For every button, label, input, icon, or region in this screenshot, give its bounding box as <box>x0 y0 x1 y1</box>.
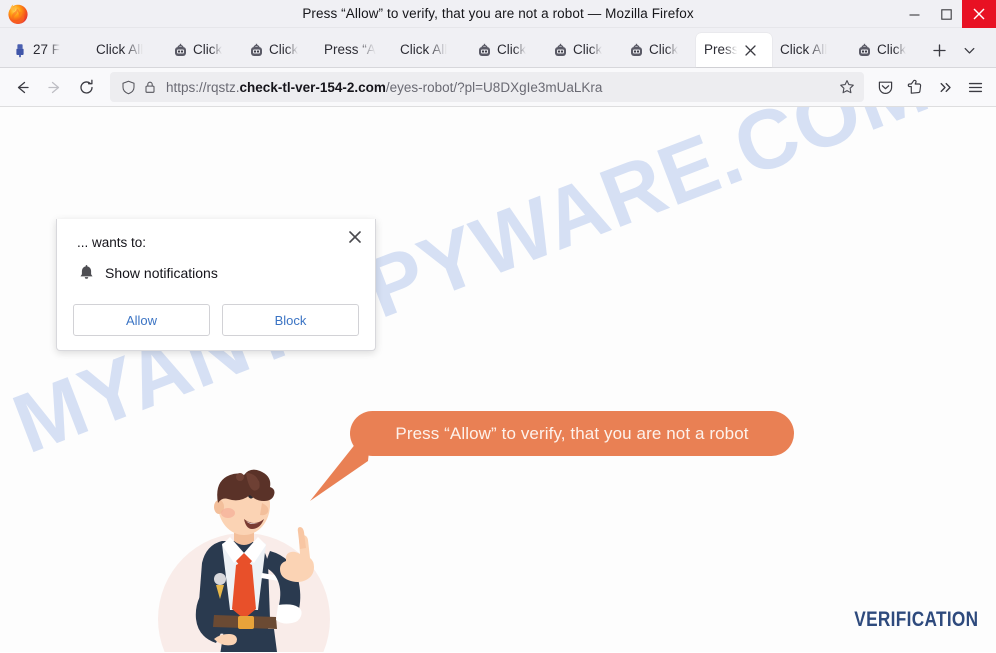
permission-request-row: Show notifications <box>77 264 359 282</box>
maximize-button[interactable] <box>930 0 962 28</box>
tab-label: 27 F <box>33 42 61 57</box>
back-arrow-icon[interactable] <box>6 72 38 102</box>
verification-label: VERIFICATION <box>853 608 978 631</box>
tab[interactable]: Click <box>620 33 696 67</box>
url-scheme: https:// <box>166 79 207 95</box>
tab-label: Click <box>193 42 223 57</box>
speech-bubble: Press “Allow” to verify, that you are no… <box>310 403 810 503</box>
robot-icon <box>628 42 644 58</box>
notification-permission-popup: ... wants to: Show notifications Allow B… <box>56 219 376 351</box>
tab[interactable]: Click <box>848 33 924 67</box>
tab-label: Click <box>877 42 907 57</box>
permission-buttons: Allow Block <box>73 304 359 336</box>
robot-icon <box>856 42 872 58</box>
robot-icon <box>552 42 568 58</box>
page-content: MYANTISPYWARE.COM Press “Allow” to verif… <box>0 107 996 652</box>
tab-label: Click <box>269 42 299 57</box>
usb-icon <box>12 42 28 58</box>
tab-label: Click <box>497 42 527 57</box>
tab[interactable]: Click <box>240 33 316 67</box>
robot-icon <box>476 42 492 58</box>
tab[interactable]: Click <box>468 33 544 67</box>
double-chevron-icon[interactable] <box>930 72 960 102</box>
permission-request-label: Show notifications <box>105 265 218 281</box>
close-window-button[interactable] <box>962 0 996 28</box>
hamburger-menu-icon[interactable] <box>960 72 990 102</box>
shield-icon[interactable] <box>118 77 138 97</box>
speech-bubble-text: Press “Allow” to verify, that you are no… <box>395 423 749 443</box>
close-icon[interactable] <box>345 227 365 247</box>
pocket-icon[interactable] <box>870 72 900 102</box>
permission-origin: ... wants to: <box>77 235 147 250</box>
url-subdomain: rqstz. <box>206 79 240 95</box>
new-tab-button[interactable] <box>924 34 954 66</box>
tab[interactable]: Click <box>544 33 620 67</box>
tab[interactable]: 27 F <box>4 33 88 67</box>
speech-bubble-body: Press “Allow” to verify, that you are no… <box>350 411 794 456</box>
url-text[interactable]: https://rqstz.check-tl-ver-154-2.com/eye… <box>166 80 836 95</box>
block-button[interactable]: Block <box>222 304 359 336</box>
forward-arrow-icon <box>38 72 70 102</box>
tab-label: Click <box>649 42 679 57</box>
businessman-illustration <box>152 469 348 652</box>
navigation-toolbar: https://rqstz.check-tl-ver-154-2.com/eye… <box>0 68 996 107</box>
reload-icon[interactable] <box>70 72 102 102</box>
padlock-icon[interactable] <box>140 77 160 97</box>
bell-icon <box>77 264 95 282</box>
tab-close-icon[interactable] <box>743 42 759 58</box>
tab-label: Click <box>573 42 603 57</box>
tab-strip: 27 F Click All Click Click Press “A Click All… <box>0 28 996 68</box>
tab[interactable]: Click All <box>392 33 468 67</box>
tab-label: Click All <box>96 42 144 57</box>
tab-label: Click All <box>400 42 448 57</box>
tab[interactable]: Click <box>164 33 240 67</box>
firefox-logo-icon <box>6 2 30 26</box>
robot-icon <box>172 42 188 58</box>
tab-label: Click All <box>780 42 828 57</box>
allow-button[interactable]: Allow <box>73 304 210 336</box>
tab[interactable]: Press “A <box>316 33 392 67</box>
window-title: Press “Allow” to verify, that you are no… <box>302 5 694 21</box>
list-all-tabs-chevron-down-icon[interactable] <box>954 34 984 66</box>
url-path: /eyes-robot/?pl=U8DXgIe3mUaLKra <box>385 79 603 95</box>
title-bar: Press “Allow” to verify, that you are no… <box>0 0 996 28</box>
tab-active[interactable]: Press <box>696 33 772 67</box>
star-icon[interactable] <box>836 76 858 98</box>
extension-icon[interactable] <box>900 72 930 102</box>
firefox-window: Press “Allow” to verify, that you are no… <box>0 0 996 653</box>
tab[interactable]: Click All <box>772 33 848 67</box>
tab-label: Press <box>704 42 739 57</box>
robot-icon <box>248 42 264 58</box>
minimize-button[interactable] <box>898 0 930 28</box>
tab[interactable]: Click All <box>88 33 164 67</box>
window-controls <box>898 0 996 28</box>
tab-label: Press “A <box>324 42 376 57</box>
address-bar[interactable]: https://rqstz.check-tl-ver-154-2.com/eye… <box>110 72 864 102</box>
url-host: check-tl-ver-154-2.com <box>239 79 386 95</box>
